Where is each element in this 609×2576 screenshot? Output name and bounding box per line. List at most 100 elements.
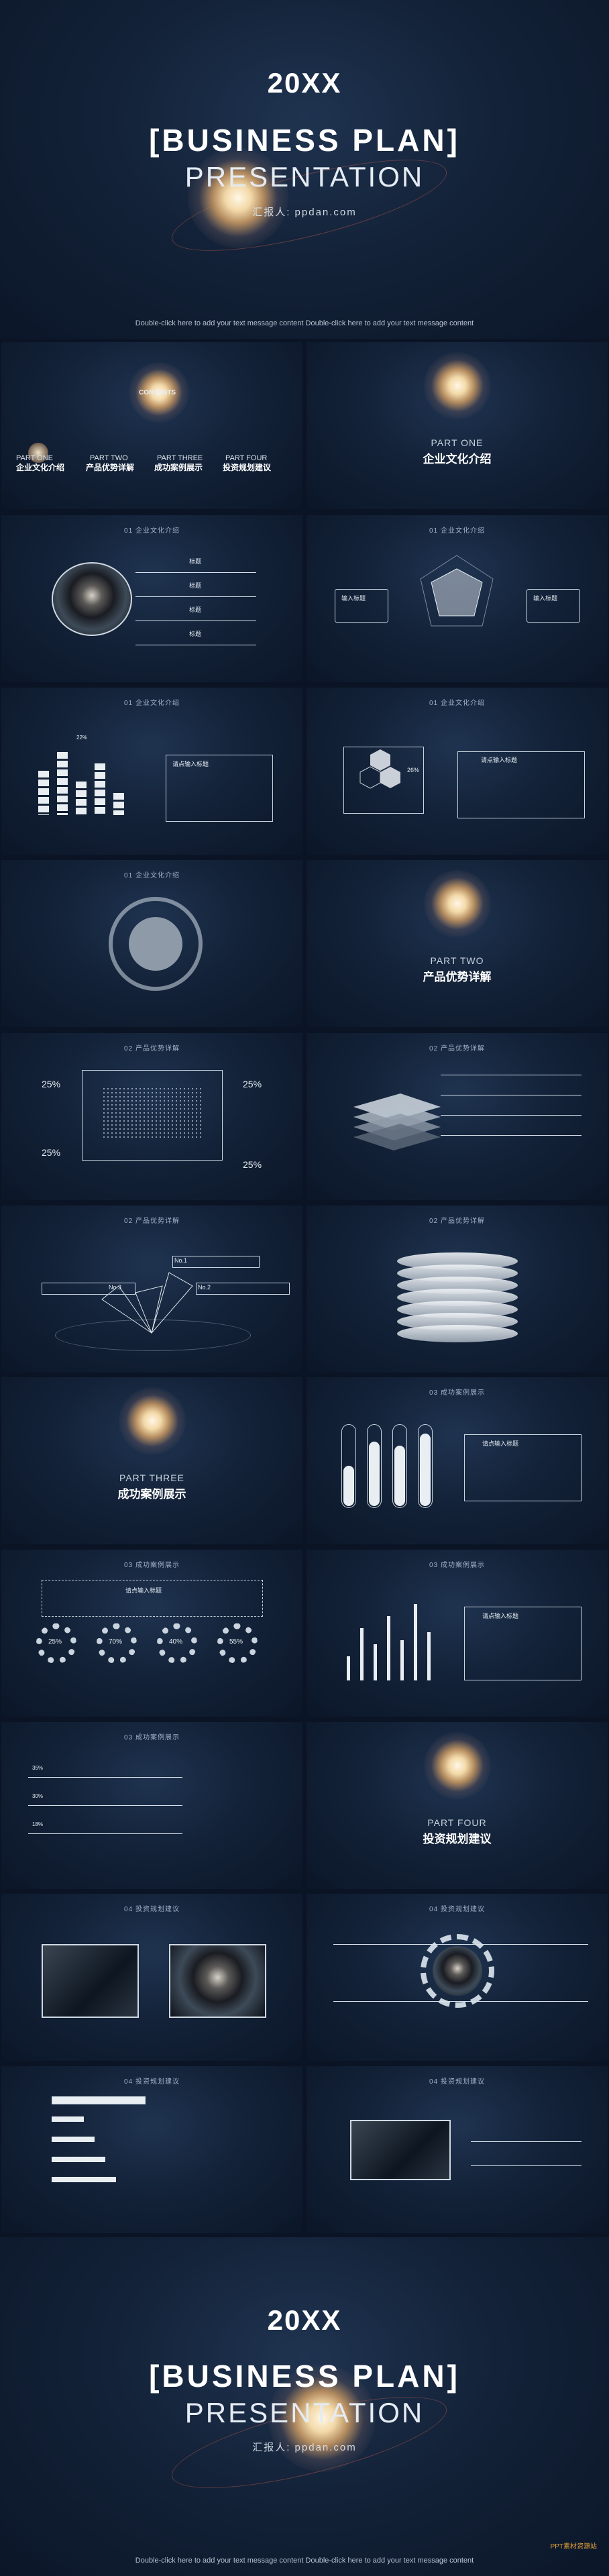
section-header: 03 成功案例展示	[124, 1734, 180, 1741]
timeline-tag: 30%	[32, 1793, 44, 1799]
divider-line	[135, 596, 256, 597]
divider-line	[333, 1944, 588, 1945]
slide-s1-list: 01 企业文化介绍 标题 标题 标题 标题	[1, 515, 302, 682]
tall-bar	[400, 1640, 404, 1680]
glow-orb	[424, 1732, 491, 1799]
item-label: 标题	[189, 631, 202, 637]
divider-part-title: 产品优势详解	[423, 971, 492, 983]
cover-title: [BUSINESS PLAN]	[149, 2359, 460, 2394]
slide-s2-cylinder: 02 产品优势详解	[307, 1205, 608, 1373]
row-line	[441, 1115, 582, 1116]
cover-title: [BUSINESS PLAN]	[149, 123, 460, 158]
disc	[397, 1325, 518, 1342]
hbar-header	[52, 2096, 146, 2104]
photo-laptop	[42, 1944, 139, 2018]
panel-title: 请点输入标题	[172, 761, 209, 767]
slide-s3-donuts: 03 成功案例展示 请点输入标题 25% 70% 40% 55%	[1, 1550, 302, 1717]
cover-subtitle: PRESENTATION	[184, 161, 425, 193]
section-header: 04 投资规划建议	[429, 2078, 485, 2086]
hex-value: 26%	[407, 767, 420, 773]
divider-part-label: PART FOUR	[427, 1817, 487, 1828]
panel-title: 请点输入标题	[125, 1587, 162, 1594]
slide-s4-laptop: 04 投资规划建议	[307, 2066, 608, 2233]
slide-s2-fan: 02 产品优势详解 No.1 No.2 No.3	[1, 1205, 302, 1373]
timeline-line	[28, 1777, 182, 1778]
wheel-inner	[129, 917, 182, 971]
cover-reporter: 汇报人: ppdan.com	[252, 207, 357, 218]
no1-label: No.1	[174, 1257, 188, 1264]
row-line	[441, 1135, 582, 1136]
slide-s2-layers: 02 产品优势详解	[307, 1033, 608, 1200]
donut-4-value: 55%	[229, 1638, 243, 1646]
slide-s4-photos: 04 投资规划建议	[1, 1894, 302, 2061]
contents-part3-en: PART THREE	[157, 454, 203, 462]
cover-slide-bottom: 20XX [BUSINESS PLAN] PRESENTATION 汇报人: p…	[0, 2237, 609, 2576]
hbar	[52, 2116, 84, 2122]
slide-contents: CONTENTS PART ONE 企业文化介绍 PART TWO 产品优势详解…	[1, 342, 302, 509]
capsule-fill	[420, 1434, 431, 1506]
slide-divider-part-two: PART TWO 产品优势详解	[307, 860, 608, 1027]
timeline-line	[28, 1833, 182, 1834]
watermark: PPT素材资源站	[550, 2543, 597, 2551]
divider-part-label: PART THREE	[119, 1472, 184, 1483]
slide-s1-wheel: 01 企业文化介绍	[1, 860, 302, 1027]
contents-part2-cn: 产品优势详解	[86, 463, 135, 472]
hbar	[52, 2157, 105, 2162]
slide-divider-part-one: PART ONE 企业文化介绍	[307, 342, 608, 509]
contents-part4-en: PART FOUR	[225, 454, 268, 462]
timeline-line	[28, 1805, 182, 1806]
donut-1-value: 25%	[48, 1638, 62, 1646]
stat-right-bottom: 25%	[243, 1159, 262, 1170]
donut-2-value: 70%	[109, 1638, 123, 1646]
stat-right-top: 25%	[243, 1079, 262, 1089]
slide-divider-part-four: PART FOUR 投资规划建议	[307, 1722, 608, 1889]
cover-subtitle: PRESENTATION	[184, 2397, 425, 2428]
tall-bar	[347, 1656, 350, 1680]
section-header: 03 成功案例展示	[429, 1562, 485, 1569]
panel-title: 请点输入标题	[482, 1613, 519, 1619]
section-header: 01 企业文化介绍	[124, 872, 180, 879]
text-panel	[457, 751, 585, 818]
hex-bar	[76, 782, 87, 815]
slide-s3-tall-bars: 03 成功案例展示 请点输入标题	[307, 1550, 608, 1717]
contents-part3-cn: 成功案例展示	[154, 463, 203, 472]
panel-title: 请点输入标题	[481, 757, 518, 763]
slide-s1-bars: 01 企业文化介绍 22% 请点输入标题	[1, 688, 302, 855]
slide-s2-map: 02 产品优势详解 25% 25% 25% 25%	[1, 1033, 302, 1200]
panel-title: 请点输入标题	[482, 1440, 519, 1447]
slide-s1-radar: 01 企业文化介绍 输入标题 输入标题	[307, 515, 608, 682]
hbar	[52, 2137, 95, 2142]
divider-part-label: PART TWO	[430, 955, 484, 966]
world-map	[102, 1087, 203, 1140]
hex-bar	[38, 771, 49, 815]
slide-divider-part-three: PART THREE 成功案例展示	[1, 1377, 302, 1544]
panel-title: 输入标题	[341, 595, 366, 602]
divider-part-label: PART ONE	[431, 437, 484, 448]
contents-part1-en: PART ONE	[16, 454, 54, 462]
tall-bar	[360, 1628, 364, 1680]
section-header: 04 投资规划建议	[124, 1906, 180, 1913]
tunnel-photo	[52, 562, 132, 636]
contents-heading: CONTENTS	[139, 389, 176, 396]
cover-year: 20XX	[267, 2304, 342, 2336]
capsule-fill	[394, 1446, 405, 1506]
glow-orb	[424, 352, 491, 419]
slide-s4-hbars: 04 投资规划建议	[1, 2066, 302, 2233]
tall-bar	[374, 1644, 377, 1680]
timeline-tag: 18%	[32, 1821, 44, 1827]
cover-slide-top: 20XX [BUSINESS PLAN] PRESENTATION 汇报人: p…	[0, 0, 609, 339]
stat-left-top: 25%	[42, 1079, 61, 1089]
divider-part-title: 成功案例展示	[117, 1488, 186, 1501]
hex-bar	[95, 763, 105, 815]
section-header: 04 投资规划建议	[124, 2078, 180, 2086]
cover-message: Double-click here to add your text messa…	[135, 2557, 474, 2565]
donut-3-value: 40%	[169, 1638, 183, 1646]
divider-part-title: 投资规划建议	[423, 1833, 492, 1845]
item-label: 标题	[189, 582, 202, 589]
tall-bar	[387, 1616, 390, 1680]
panel-title: 输入标题	[533, 595, 558, 602]
glow-orb	[424, 870, 491, 937]
section-header: 03 成功案例展示	[124, 1562, 180, 1569]
bar-top-label: 22%	[76, 735, 88, 741]
photo-tunnel	[169, 1944, 266, 2018]
